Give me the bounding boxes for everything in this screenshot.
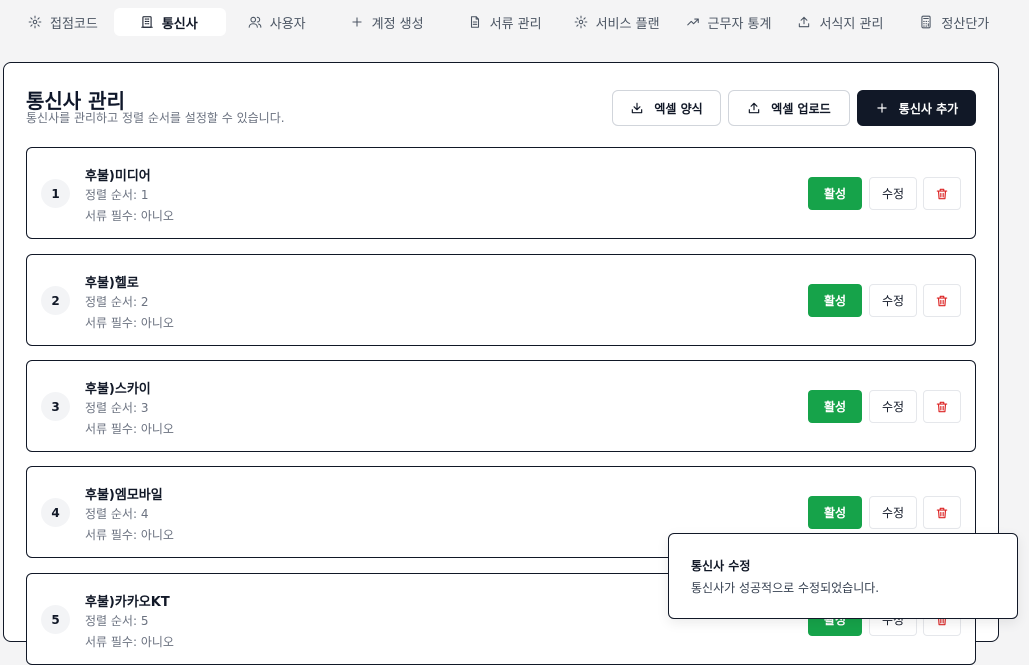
edit-button[interactable]: 수정 xyxy=(869,177,917,210)
trash-icon xyxy=(936,401,948,412)
edit-button[interactable]: 수정 xyxy=(869,284,917,317)
docs-required-text: 서류 필수: 아니오 xyxy=(85,422,174,436)
active-toggle-button[interactable]: 활성 xyxy=(808,390,862,423)
order-number-badge: 5 xyxy=(41,605,70,634)
sort-order-text: 정렬 순서: 1 xyxy=(85,188,149,202)
edit-button[interactable]: 수정 xyxy=(869,496,917,529)
toast-title: 통신사 수정 xyxy=(691,559,751,573)
docs-required-text: 서류 필수: 아니오 xyxy=(85,316,174,330)
plus-icon xyxy=(877,103,887,113)
tab-service-plan[interactable]: 서비스 플랜 xyxy=(564,8,670,36)
button-label: 엑셀 업로드 xyxy=(771,101,831,116)
carrier-card: 1 후불)미디어 정렬 순서: 1 서류 필수: 아니오 활성 수정 xyxy=(26,147,976,239)
tab-label: 정산단가 xyxy=(941,16,990,32)
carrier-card: 3 후불)스카이 정렬 순서: 3 서류 필수: 아니오 활성 수정 xyxy=(26,360,976,452)
trending-up-icon xyxy=(686,18,699,26)
tab-worker-stats[interactable]: 근무자 통계 xyxy=(676,8,782,36)
sort-order-text: 정렬 순서: 4 xyxy=(85,507,149,521)
excel-upload-button[interactable]: 엑셀 업로드 xyxy=(728,90,850,126)
tab-contact-code[interactable]: 접점코드 xyxy=(18,8,108,36)
active-toggle-button[interactable]: 활성 xyxy=(808,496,862,529)
tab-label: 계정 생성 xyxy=(371,16,424,32)
trash-icon xyxy=(936,295,948,306)
order-number-badge: 4 xyxy=(41,498,70,527)
order-number-badge: 3 xyxy=(41,392,70,421)
docs-required-text: 서류 필수: 아니오 xyxy=(85,635,174,649)
sort-order-text: 정렬 순서: 2 xyxy=(85,295,149,309)
order-number-badge: 1 xyxy=(41,179,70,208)
carrier-name: 후불)카카오KT xyxy=(85,595,170,610)
docs-required-text: 서류 필수: 아니오 xyxy=(85,528,174,542)
excel-template-button[interactable]: 엑셀 양식 xyxy=(612,90,721,126)
tab-label: 서류 관리 xyxy=(489,16,542,32)
tab-label: 접점코드 xyxy=(50,16,98,32)
tab-label: 통신사 xyxy=(161,16,198,32)
tab-label: 서식지 관리 xyxy=(819,16,884,32)
building-icon xyxy=(141,16,153,28)
trash-icon xyxy=(936,188,948,199)
carrier-name: 후불)스카이 xyxy=(85,382,151,397)
page-subtitle: 통신사를 관리하고 정렬 순서를 설정할 수 있습니다. xyxy=(26,111,285,125)
active-toggle-button[interactable]: 활성 xyxy=(808,177,862,210)
docs-required-text: 서류 필수: 아니오 xyxy=(85,209,174,223)
tab-label: 사용자 xyxy=(269,16,306,32)
toast-notification: 통신사 수정 통신사가 성공적으로 수정되었습니다. xyxy=(668,533,1018,619)
carrier-card: 2 후불)헬로 정렬 순서: 2 서류 필수: 아니오 활성 수정 xyxy=(26,254,976,346)
active-toggle-button[interactable]: 활성 xyxy=(808,284,862,317)
calculator-icon xyxy=(921,15,932,29)
sort-order-text: 정렬 순서: 3 xyxy=(85,401,149,415)
tab-users[interactable]: 사용자 xyxy=(238,8,316,36)
delete-button[interactable] xyxy=(923,496,961,529)
plus-icon xyxy=(352,17,362,27)
users-icon xyxy=(248,16,262,28)
delete-button[interactable] xyxy=(923,177,961,210)
delete-button[interactable] xyxy=(923,390,961,423)
carrier-name: 후불)엠모바일 xyxy=(85,488,163,503)
carrier-name: 후불)헬로 xyxy=(85,276,139,291)
button-label: 엑셀 양식 xyxy=(654,101,703,116)
tab-document-management[interactable]: 서류 관리 xyxy=(458,8,552,36)
trash-icon xyxy=(936,507,948,518)
document-icon xyxy=(470,16,479,28)
top-navigation: 접점코드 통신사 사용자 계정 생성 서류 관리 서비스 플랜 근무자 통계 서… xyxy=(0,0,1029,44)
carrier-name: 후불)미디어 xyxy=(85,169,151,184)
tab-form-management[interactable]: 서식지 관리 xyxy=(787,8,893,36)
add-carrier-button[interactable]: 통신사 추가 xyxy=(857,90,976,126)
tab-label: 서비스 플랜 xyxy=(595,16,660,32)
toast-message: 통신사가 성공적으로 수정되었습니다. xyxy=(691,581,880,595)
gear-icon xyxy=(28,15,42,29)
edit-button[interactable]: 수정 xyxy=(869,390,917,423)
upload-icon xyxy=(799,16,810,28)
tab-carrier[interactable]: 통신사 xyxy=(113,8,226,36)
delete-button[interactable] xyxy=(923,284,961,317)
order-number-badge: 2 xyxy=(41,286,70,315)
button-label: 통신사 추가 xyxy=(898,101,959,116)
upload-icon xyxy=(749,102,760,114)
tab-create-account[interactable]: 계정 생성 xyxy=(340,8,434,36)
gear-icon xyxy=(574,15,587,29)
tab-label: 근무자 통계 xyxy=(707,16,772,32)
tab-settlement-price[interactable]: 정산단가 xyxy=(909,8,999,36)
download-icon xyxy=(632,102,643,114)
sort-order-text: 정렬 순서: 5 xyxy=(85,614,149,628)
